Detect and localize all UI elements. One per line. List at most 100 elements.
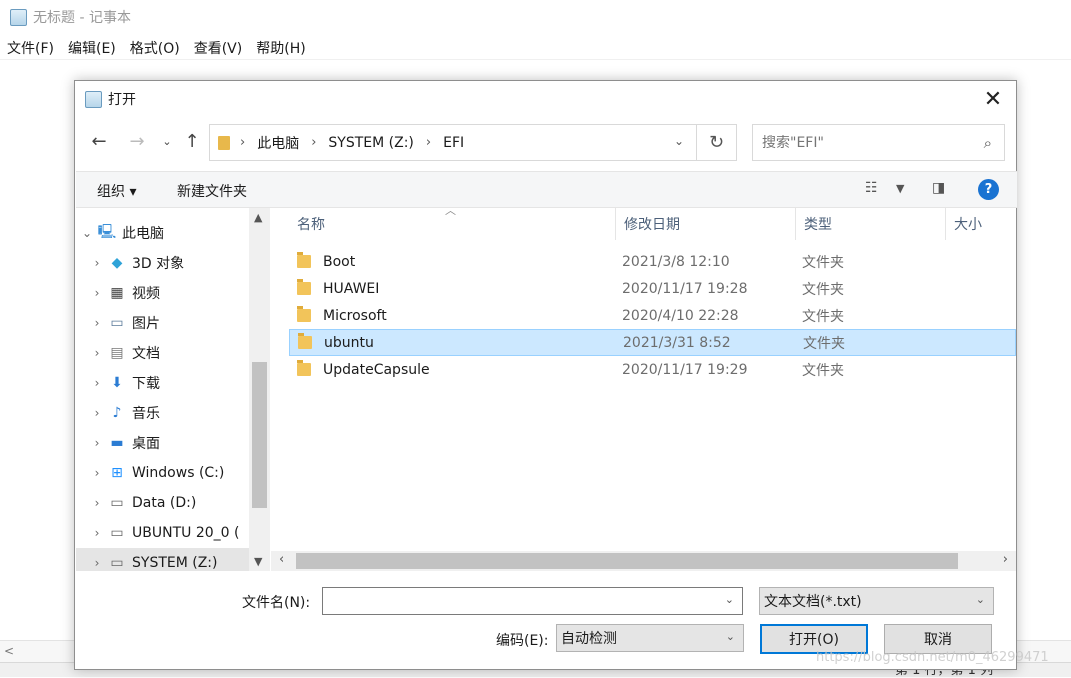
scroll-right-icon[interactable]: ›	[1003, 552, 1008, 567]
view-dropdown-icon[interactable]: ▼	[896, 182, 904, 195]
up-arrow-icon[interactable]: ↑	[180, 129, 204, 153]
breadcrumb-efi[interactable]: EFI	[443, 135, 464, 151]
nav-item-music[interactable]: › ♪ 音乐	[76, 398, 249, 428]
breadcrumb-system[interactable]: SYSTEM (Z:)	[328, 135, 413, 151]
nav-item-system-z[interactable]: › ▭ SYSTEM (Z:)	[76, 548, 249, 571]
toolbar: 组织 ▾ 新建文件夹 ☷ ▼ ◨ ?	[76, 171, 1017, 208]
chevron-down-icon[interactable]: ⌄	[76, 226, 98, 240]
scroll-down-icon[interactable]: ▼	[254, 555, 262, 568]
chevron-right-icon[interactable]: ›	[86, 346, 108, 360]
folder-icon	[297, 252, 311, 268]
file-row-boot[interactable]: Boot 2021/3/8 12:10 文件夹	[289, 248, 1016, 275]
search-icon[interactable]: ⌕	[984, 134, 992, 152]
filename-field[interactable]: ⌄	[322, 587, 743, 615]
chevron-down-icon[interactable]: ⌄	[674, 134, 684, 148]
encoding-select[interactable]: 自动检测 ⌄	[556, 624, 744, 652]
file-row-updatecapsule[interactable]: UpdateCapsule 2020/11/17 19:29 文件夹	[289, 356, 1016, 383]
nav-item-this-pc[interactable]: ⌄ 🖳 此电脑	[76, 218, 249, 248]
search-box[interactable]: ⌕	[752, 124, 1005, 161]
chevron-right-icon[interactable]: ›	[86, 406, 108, 420]
scroll-thumb[interactable]	[252, 362, 267, 508]
nav-item-documents[interactable]: › ▤ 文档	[76, 338, 249, 368]
chevron-right-icon[interactable]: ›	[86, 316, 108, 330]
address-bar[interactable]: › 此电脑 › SYSTEM (Z:) › EFI ⌄	[209, 124, 697, 161]
forward-arrow-icon[interactable]: →	[125, 129, 149, 153]
dialog-title: 打开	[108, 92, 136, 108]
chevron-right-icon[interactable]: ›	[426, 135, 431, 150]
chevron-down-icon[interactable]: ⌄	[725, 593, 734, 606]
breadcrumb-this-pc[interactable]: 此电脑	[257, 133, 299, 153]
chevron-right-icon[interactable]: ›	[86, 556, 108, 570]
column-header-name[interactable]: 名称	[289, 208, 615, 240]
menu-view[interactable]: 查看(V)	[187, 38, 250, 58]
documents-icon: ▤	[110, 345, 124, 361]
nav-item-desktop[interactable]: › ▬ 桌面	[76, 428, 249, 458]
open-dialog: 打开 ✕ ← → ⌄ ↑ › 此电脑 › SYSTEM (Z:) › EFI ⌄…	[74, 80, 1017, 670]
drive-icon: ▭	[110, 555, 124, 571]
menu-format[interactable]: 格式(O)	[123, 38, 187, 58]
nav-item-windows-c[interactable]: › ⊞ Windows (C:)	[76, 458, 249, 488]
nav-item-video[interactable]: › ▦ 视频	[76, 278, 249, 308]
search-input[interactable]	[762, 134, 962, 151]
video-icon: ▦	[110, 285, 124, 301]
chevron-right-icon[interactable]: ›	[311, 135, 316, 150]
chevron-down-icon[interactable]: ⌄	[726, 630, 735, 643]
scroll-left-icon[interactable]: ‹	[279, 552, 284, 567]
nav-item-pictures[interactable]: › ▭ 图片	[76, 308, 249, 338]
file-row-ubuntu[interactable]: ubuntu 2021/3/31 8:52 文件夹	[289, 329, 1016, 356]
scroll-thumb[interactable]	[296, 553, 958, 569]
notepad-titlebar: 无标题 - 记事本	[0, 0, 1071, 34]
file-row-huawei[interactable]: HUAWEI 2020/11/17 19:28 文件夹	[289, 275, 1016, 302]
notepad-menubar: 文件(F) 编辑(E) 格式(O) 查看(V) 帮助(H)	[0, 36, 1071, 60]
view-details-icon[interactable]: ☷	[865, 180, 878, 196]
scroll-up-icon[interactable]: ▲	[254, 211, 262, 224]
chevron-right-icon[interactable]: ›	[86, 256, 108, 270]
folder-icon	[297, 279, 311, 295]
file-list: ︿ 名称 修改日期 类型 大小 Boot 2021/3/8 12:10 文件夹 …	[271, 204, 1016, 571]
menu-help[interactable]: 帮助(H)	[249, 38, 312, 58]
notepad-icon	[85, 90, 102, 108]
computer-icon: 🖳	[97, 224, 117, 240]
menu-edit[interactable]: 编辑(E)	[61, 38, 123, 58]
chevron-right-icon[interactable]: ›	[86, 496, 108, 510]
nav-scrollbar[interactable]: ▲ ▼	[249, 208, 270, 571]
chevron-down-icon[interactable]: ⌄	[976, 593, 985, 606]
scroll-left-icon[interactable]: <	[4, 644, 14, 658]
back-arrow-icon[interactable]: ←	[87, 129, 111, 153]
filetype-value: 文本文档(*.txt)	[764, 594, 862, 610]
chevron-right-icon[interactable]: ›	[86, 376, 108, 390]
folder-icon	[298, 333, 312, 349]
folder-icon	[297, 360, 311, 376]
drive-icon: ▭	[110, 495, 124, 511]
nav-item-data-d[interactable]: › ▭ Data (D:)	[76, 488, 249, 518]
help-icon[interactable]: ?	[978, 179, 999, 200]
chevron-right-icon[interactable]: ›	[240, 135, 245, 150]
file-row-microsoft[interactable]: Microsoft 2020/4/10 22:28 文件夹	[289, 302, 1016, 329]
chevron-right-icon[interactable]: ›	[86, 286, 108, 300]
column-header-type[interactable]: 类型	[795, 208, 945, 240]
folder-icon	[218, 135, 230, 150]
column-header-size[interactable]: 大小	[945, 208, 1016, 240]
filename-label: 文件名(N):	[242, 595, 311, 611]
folder-icon	[297, 306, 311, 322]
drive-icon: ▭	[110, 525, 124, 541]
nav-item-3d-objects[interactable]: › ◆ 3D 对象	[76, 248, 249, 278]
encoding-value: 自动检测	[561, 631, 617, 647]
download-icon: ⬇	[111, 375, 123, 391]
nav-item-ubuntu[interactable]: › ▭ UBUNTU 20_0 (	[76, 518, 249, 548]
encoding-label: 编码(E):	[496, 633, 549, 649]
file-list-hscrollbar[interactable]: ‹ ›	[271, 551, 1016, 571]
menu-file[interactable]: 文件(F)	[0, 38, 61, 58]
column-header-date[interactable]: 修改日期	[615, 208, 795, 240]
new-folder-button[interactable]: 新建文件夹	[177, 181, 247, 201]
chevron-right-icon[interactable]: ›	[86, 466, 108, 480]
filetype-select[interactable]: 文本文档(*.txt) ⌄	[759, 587, 994, 615]
organize-button[interactable]: 组织 ▾	[97, 181, 136, 201]
recent-chevron-down-icon[interactable]: ⌄	[155, 129, 179, 153]
close-icon[interactable]: ✕	[970, 81, 1016, 117]
nav-item-downloads[interactable]: › ⬇ 下载	[76, 368, 249, 398]
chevron-right-icon[interactable]: ›	[86, 436, 108, 450]
refresh-icon[interactable]: ↻	[697, 124, 737, 161]
chevron-right-icon[interactable]: ›	[86, 526, 108, 540]
preview-pane-icon[interactable]: ◨	[932, 180, 945, 196]
